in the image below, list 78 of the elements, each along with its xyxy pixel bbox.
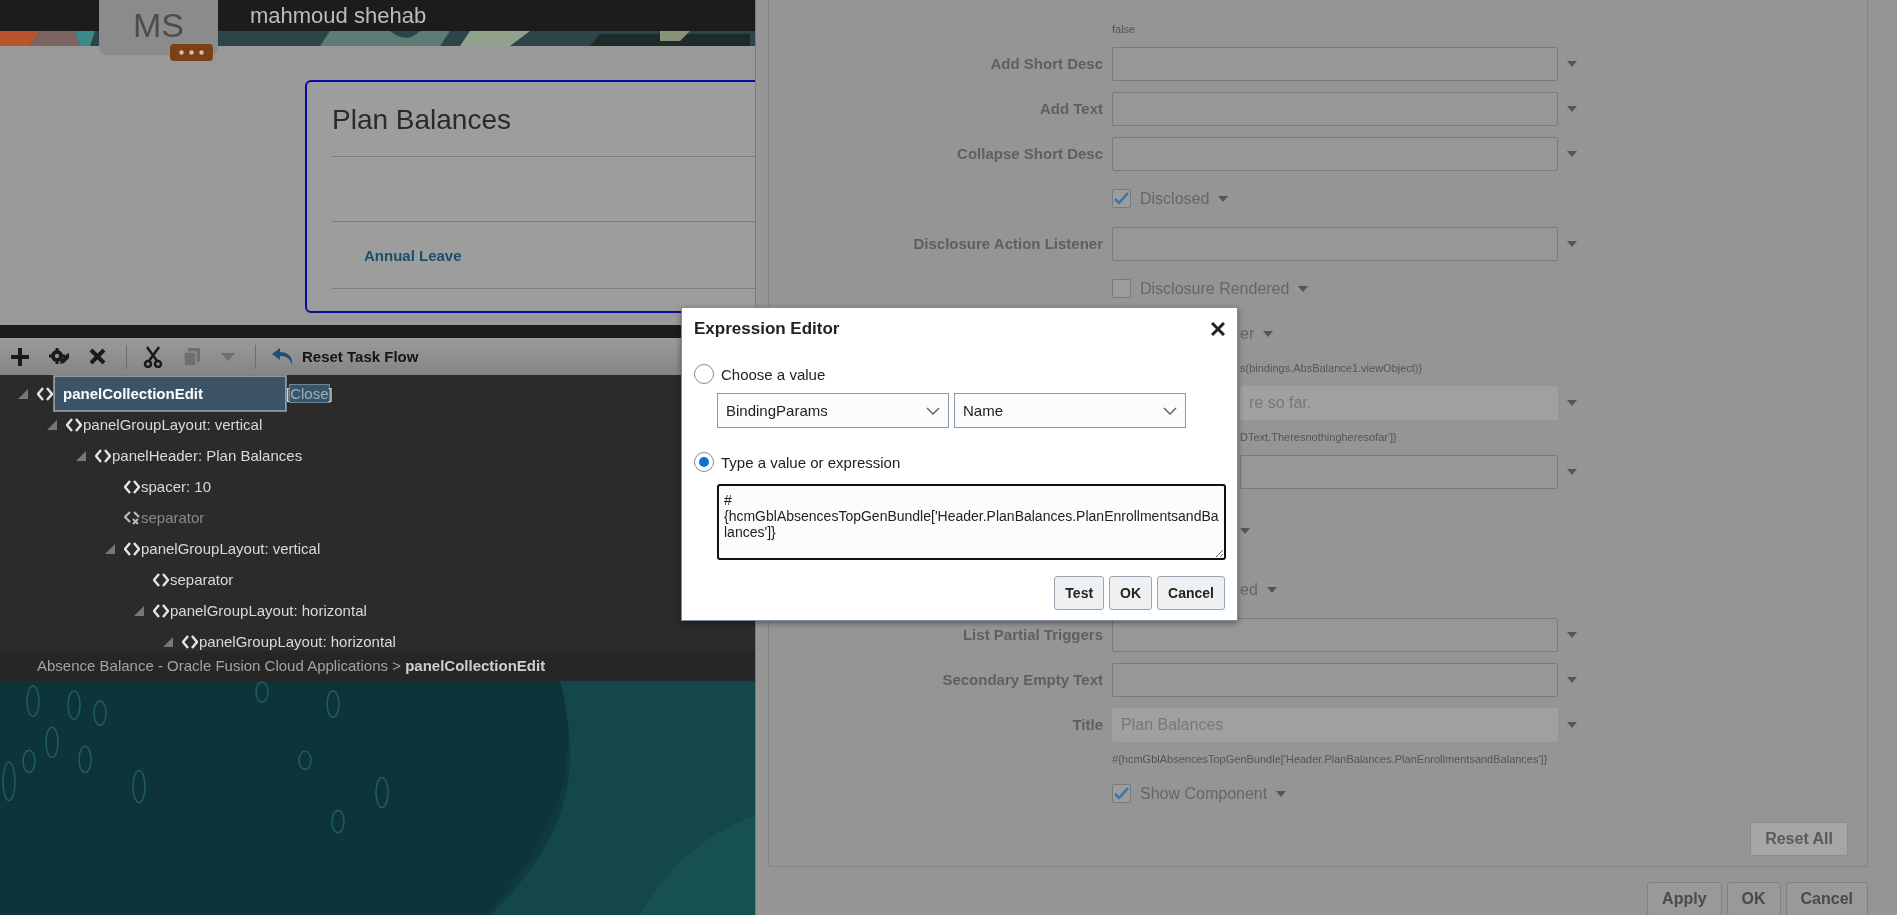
- checkbox[interactable]: [1112, 279, 1131, 298]
- caret-icon[interactable]: [1567, 150, 1577, 157]
- radio-button[interactable]: [694, 452, 714, 472]
- dialog-button[interactable]: OK: [1109, 576, 1153, 610]
- code-icon: [37, 386, 53, 401]
- tree-item[interactable]: panelHeader: Plan Balances: [112, 447, 303, 464]
- code-icon: [153, 572, 169, 587]
- code-icon: [66, 417, 82, 432]
- expand-triangle-icon[interactable]: [134, 605, 144, 616]
- expand-triangle-icon[interactable]: [76, 450, 86, 461]
- expression-text: false: [1112, 23, 1137, 35]
- tree-item[interactable]: panelGroupLayout: horizontal: [170, 602, 367, 619]
- expand-triangle-icon[interactable]: [47, 419, 57, 430]
- more-button[interactable]: [170, 44, 213, 61]
- dialog-title: Expression Editor: [694, 319, 840, 339]
- caret-icon[interactable]: [1567, 105, 1577, 112]
- undo-icon: [272, 347, 294, 366]
- tree-item[interactable]: panelGroupLayout: vertical: [141, 540, 321, 557]
- tree-item[interactable]: separator: [170, 571, 234, 588]
- expand-triangle-icon[interactable]: [163, 636, 173, 647]
- chevron-down-icon[interactable]: [1163, 406, 1177, 415]
- card-title: Plan Balances: [332, 104, 512, 137]
- expression-text: DText.Theresnothingheresofar']}: [1240, 431, 1398, 443]
- code-icon: [182, 634, 198, 649]
- reset-button[interactable]: Reset Task Flow: [272, 347, 419, 366]
- code-icon: [124, 479, 140, 494]
- expand-triangle-icon[interactable]: [18, 388, 28, 399]
- caret-icon[interactable]: [1266, 586, 1277, 593]
- expression-text: s(bindings.AbsBalance1.viewObject)}: [1240, 362, 1424, 374]
- tree-item[interactable]: panelCollectionEdit: [54, 376, 286, 411]
- caret-icon[interactable]: [1567, 60, 1577, 67]
- dialog-button[interactable]: Cancel: [1157, 576, 1225, 610]
- caret-icon[interactable]: [1567, 468, 1577, 475]
- caret-icon[interactable]: [1263, 330, 1274, 337]
- code-icon: [95, 448, 111, 463]
- cut-button[interactable]: [143, 345, 163, 368]
- checkbox[interactable]: [1112, 189, 1131, 208]
- dropdown[interactable]: BindingParams: [717, 393, 949, 428]
- tree-item[interactable]: panelGroupLayout: vertical: [83, 416, 263, 433]
- expand-triangle-icon[interactable]: [105, 543, 115, 554]
- code-icon: [124, 541, 140, 556]
- caret-icon[interactable]: [1276, 790, 1287, 797]
- dropdown[interactable]: Name: [954, 393, 1186, 428]
- radio-button[interactable]: [694, 364, 714, 384]
- caret-icon[interactable]: [1218, 195, 1229, 202]
- more-icon: [179, 50, 204, 55]
- caret-icon[interactable]: [1567, 721, 1577, 728]
- edit-button[interactable]: [49, 346, 69, 367]
- text-field[interactable]: [1112, 226, 1558, 261]
- close-link[interactable]: Close: [290, 385, 329, 402]
- expression-field[interactable]: #{hcmGblAbsencesTopGenBundle['Header.PlanBalances.PlanEnrollmentsandBalances']}: [717, 484, 1226, 560]
- caret-icon[interactable]: [1567, 676, 1577, 683]
- tree-item[interactable]: spacer: 10: [141, 478, 212, 495]
- delete-button[interactable]: [89, 348, 106, 365]
- text-field[interactable]: [1112, 46, 1558, 81]
- text-field[interactable]: [1112, 136, 1558, 171]
- caret-icon[interactable]: [1298, 285, 1309, 292]
- text-field[interactable]: [1112, 662, 1558, 697]
- text-field[interactable]: [1240, 454, 1558, 489]
- breadcrumb: Absence Balance - Oracle Fusion Cloud Applications > panelCollectionEdit: [0, 651, 755, 681]
- caret-icon[interactable]: [1240, 527, 1250, 534]
- close-icon[interactable]: [1211, 322, 1225, 336]
- caret-icon[interactable]: [1567, 631, 1577, 638]
- tree-item[interactable]: panelGroupLayout: horizontal: [199, 633, 396, 650]
- text-field[interactable]: [1112, 91, 1558, 126]
- caret-icon[interactable]: [1567, 240, 1577, 247]
- text-field[interactable]: [1112, 617, 1558, 652]
- dialog-button[interactable]: Test: [1054, 576, 1105, 610]
- radio-label: Choose a value: [721, 365, 826, 383]
- user-name: mahmoud shehab: [250, 2, 427, 29]
- radio-label: Type a value or expression: [721, 453, 901, 471]
- chevron-down-icon[interactable]: [926, 406, 940, 415]
- bracket-text: ]: [328, 385, 333, 402]
- checkbox[interactable]: [1112, 784, 1131, 803]
- caret-icon[interactable]: [1567, 399, 1577, 406]
- expression-text: #{hcmGblAbsencesTopGenBundle['Header.PlanBalances.PlanEnrollmentsandBalances']}: [1112, 753, 1549, 765]
- code-icon: [153, 603, 169, 618]
- add-button[interactable]: [11, 347, 29, 366]
